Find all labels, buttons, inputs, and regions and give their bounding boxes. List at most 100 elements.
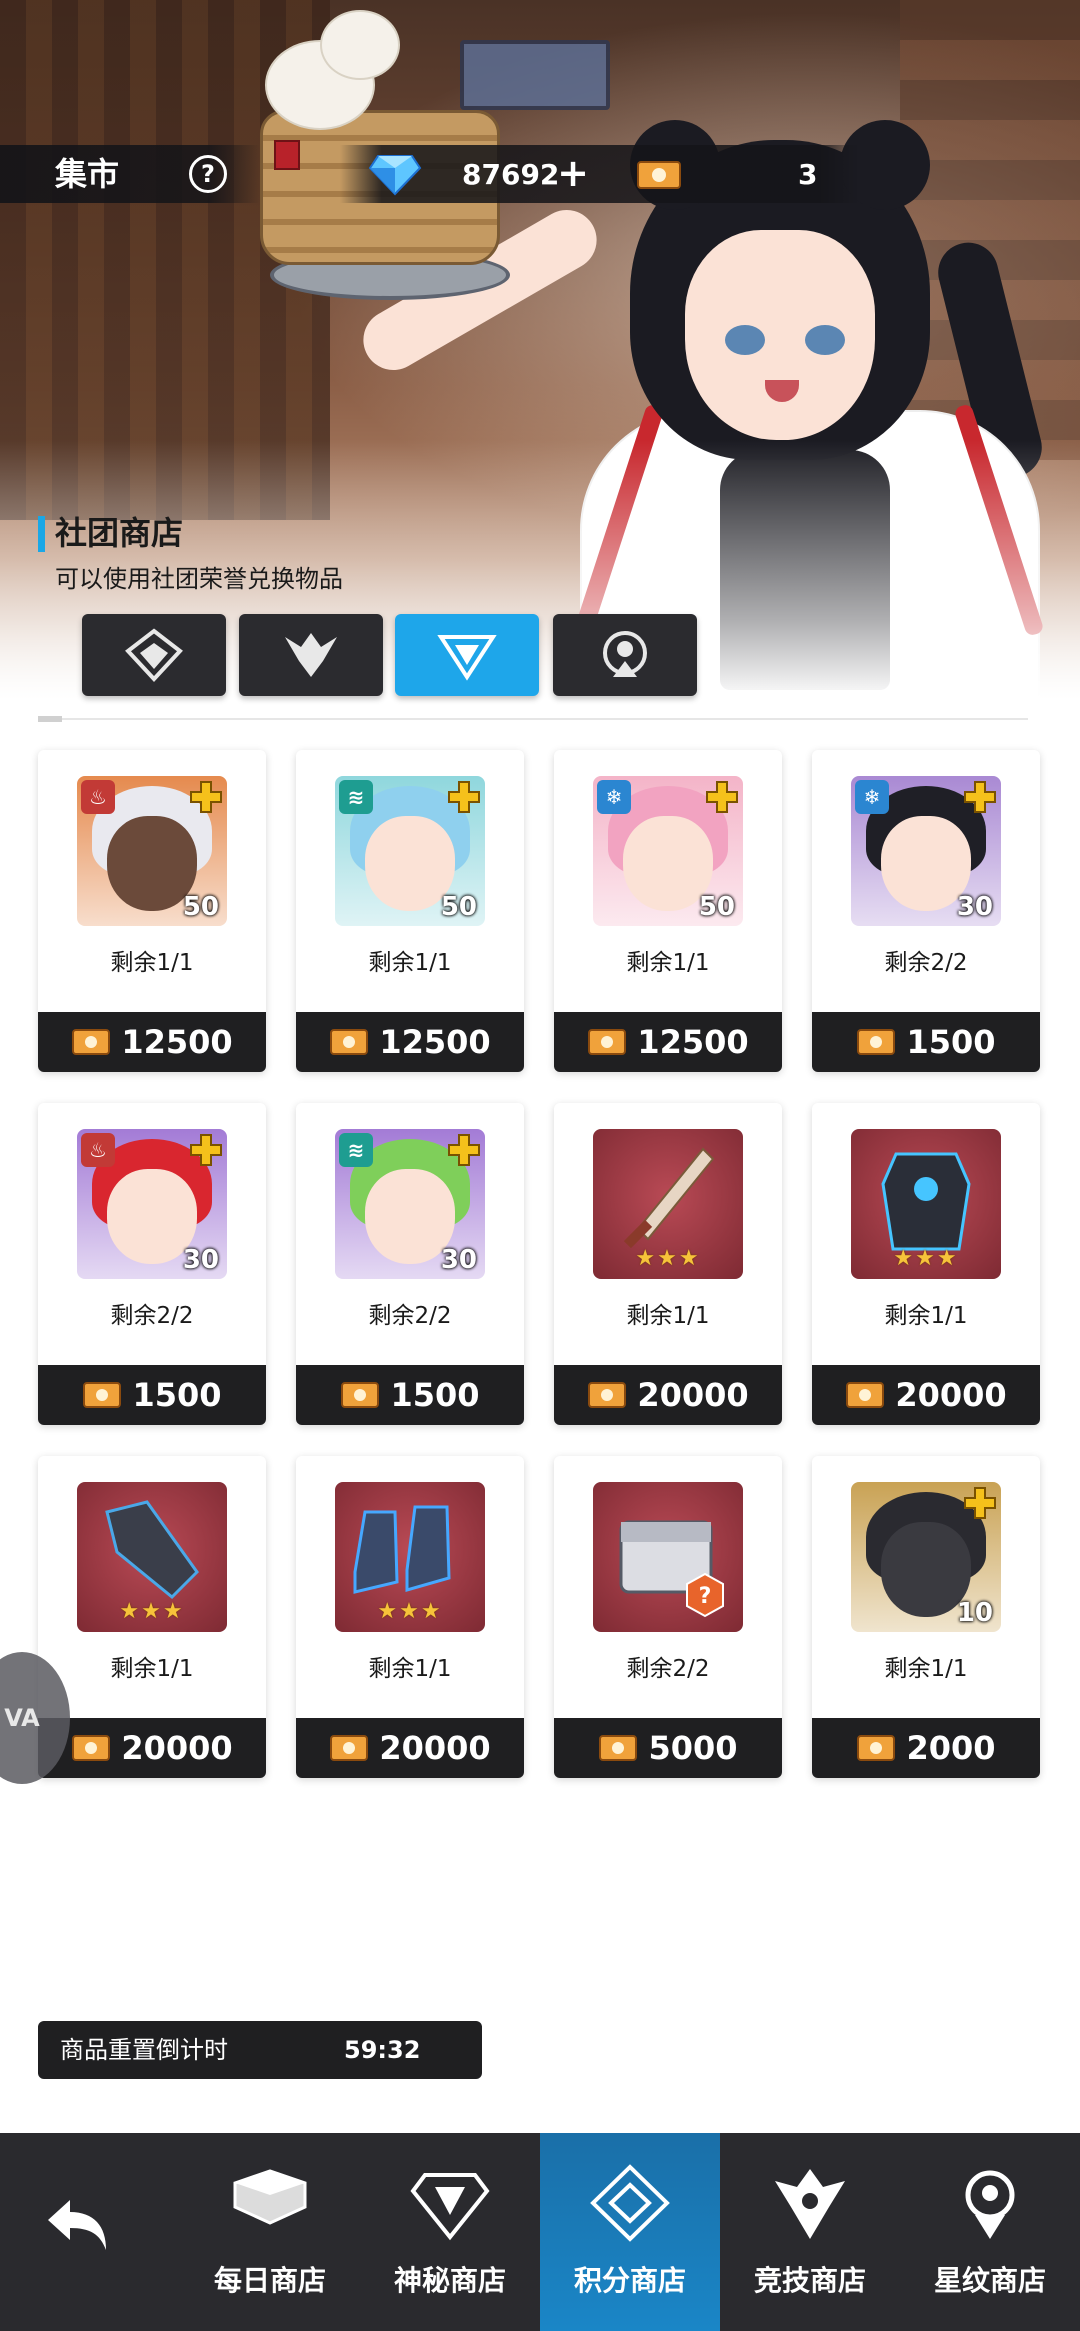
steamed-bun	[320, 10, 400, 80]
shop-item-card[interactable]: ≋ 30 剩余2/2 1500	[296, 1103, 524, 1425]
ticket-icon	[599, 1735, 638, 1761]
item-stock: 剩余2/2	[368, 1303, 452, 1329]
price-bar[interactable]: 20000	[554, 1365, 782, 1425]
element-ice-icon: ❄	[597, 780, 631, 814]
item-price: 5000	[648, 1729, 738, 1767]
nav-arena-shop[interactable]: 竞技商店	[720, 2133, 900, 2331]
reset-timer: 商品重置倒计时 59:32	[38, 2021, 482, 2079]
price-bar[interactable]: 20000	[38, 1718, 266, 1778]
ticket-count: 3	[798, 158, 818, 191]
item-stock: 剩余1/1	[884, 1303, 968, 1329]
mystery-box-icon: ?	[619, 1520, 724, 1618]
nav-star-shop[interactable]: 星纹商店	[900, 2133, 1080, 2331]
shop-subtitle: 可以使用社团荣誉兑换物品	[55, 565, 343, 593]
ticket-icon	[857, 1735, 896, 1761]
item-stock: 剩余1/1	[368, 950, 452, 976]
gem-stack-icon	[233, 2169, 307, 2225]
price-bar[interactable]: 20000	[296, 1718, 524, 1778]
ticket-icon	[341, 1382, 380, 1408]
element-water-icon: ≋	[339, 1133, 373, 1167]
back-arrow-icon[interactable]	[40, 2190, 120, 2260]
help-icon[interactable]: ?	[189, 155, 227, 193]
shop-item-card[interactable]: ? 剩余2/2 5000	[554, 1456, 782, 1778]
ticket-icon	[83, 1382, 122, 1408]
price-bar[interactable]: 1500	[812, 1012, 1040, 1072]
hero-portrait: 10	[851, 1482, 1001, 1632]
gear-gauntlet-portrait: ★★★	[77, 1482, 227, 1632]
star-emblem-icon	[965, 2170, 1015, 2239]
shop-item-card[interactable]: ★★★ 剩余1/1 20000	[812, 1103, 1040, 1425]
tab-shield[interactable]	[395, 614, 539, 696]
ticket-icon	[330, 1735, 369, 1761]
tab-circle[interactable]	[553, 614, 697, 696]
tab-trophy[interactable]	[82, 614, 226, 696]
ticket-icon	[588, 1382, 627, 1408]
hero-level: 50	[182, 892, 219, 922]
star-rating: ★★★	[119, 1599, 185, 1624]
item-stock: 剩余2/2	[110, 1303, 194, 1329]
hero-portrait: ≋ 30	[335, 1129, 485, 1279]
hero-level: 30	[182, 1245, 219, 1275]
ticket-icon	[637, 161, 681, 189]
points-emblem-icon	[590, 2164, 670, 2242]
diamond-icon	[368, 155, 422, 196]
upgrade-badge-icon	[448, 1134, 480, 1166]
shop-item-card[interactable]: ★★★ 剩余1/1 20000	[296, 1456, 524, 1778]
price-bar[interactable]: 12500	[554, 1012, 782, 1072]
circle-emblem-icon	[603, 631, 647, 677]
upgrade-badge-icon	[964, 1487, 996, 1519]
mystery-box-portrait: ?	[593, 1482, 743, 1632]
upgrade-badge-icon	[448, 781, 480, 813]
wings-emblem-icon	[285, 633, 337, 677]
hero-portrait: ≋ 50	[335, 776, 485, 926]
nav-mystery-shop[interactable]: 神秘商店	[360, 2133, 540, 2331]
nav-label: 竞技商店	[753, 2264, 866, 2297]
price-bar[interactable]: 12500	[38, 1012, 266, 1072]
shop-item-card[interactable]: ❄ 30 剩余2/2 1500	[812, 750, 1040, 1072]
upgrade-badge-icon	[190, 1134, 222, 1166]
nav-daily-shop[interactable]: 每日商店	[180, 2133, 360, 2331]
shop-item-card[interactable]: ≋ 50 剩余1/1 12500	[296, 750, 524, 1072]
section-divider	[38, 718, 1028, 720]
hero-level: 10	[956, 1598, 993, 1628]
upgrade-badge-icon	[706, 781, 738, 813]
price-bar[interactable]: 20000	[812, 1365, 1040, 1425]
item-stock: 剩余1/1	[884, 1656, 968, 1682]
gear-sword-portrait: ★★★	[593, 1129, 743, 1279]
shop-item-card[interactable]: 10 剩余1/1 2000	[812, 1456, 1040, 1778]
nav-label: 神秘商店	[393, 2264, 506, 2297]
nav-points-shop[interactable]: 积分商店	[540, 2133, 720, 2331]
hero-level: 50	[440, 892, 477, 922]
diamond-count: 87692	[462, 158, 560, 191]
star-rating: ★★★	[635, 1246, 701, 1271]
shop-item-card[interactable]: ❄ 50 剩余1/1 12500	[554, 750, 782, 1072]
element-ice-icon: ❄	[855, 780, 889, 814]
hero-portrait: ♨ 50	[77, 776, 227, 926]
price-bar[interactable]: 2000	[812, 1718, 1040, 1778]
item-stock: 剩余1/1	[626, 950, 710, 976]
shop-item-card[interactable]: ★★★ 剩余1/1 20000	[38, 1456, 266, 1778]
item-price: 20000	[637, 1376, 749, 1414]
price-bar[interactable]: 12500	[296, 1012, 524, 1072]
price-bar[interactable]: 5000	[554, 1718, 782, 1778]
price-bar[interactable]: 1500	[38, 1365, 266, 1425]
item-price: 1500	[132, 1376, 222, 1414]
element-fire-icon: ♨	[81, 1133, 115, 1167]
star-rating: ★★★	[893, 1246, 959, 1271]
tab-wings[interactable]	[239, 614, 383, 696]
gear-armor-portrait: ★★★	[851, 1129, 1001, 1279]
item-price: 12500	[637, 1023, 749, 1061]
trophy-emblem-icon	[125, 628, 183, 682]
page-title: 集市	[55, 155, 120, 193]
svg-text:?: ?	[699, 1584, 712, 1609]
shop-item-card[interactable]: ★★★ 剩余1/1 20000	[554, 1103, 782, 1425]
item-price: 20000	[895, 1376, 1007, 1414]
shop-item-card[interactable]: ♨ 30 剩余2/2 1500	[38, 1103, 266, 1425]
nav-label: 积分商店	[573, 2264, 686, 2297]
item-price: 12500	[379, 1023, 491, 1061]
shop-item-card[interactable]: ♨ 50 剩余1/1 12500	[38, 750, 266, 1072]
add-diamonds-button[interactable]: +	[552, 153, 594, 195]
price-bar[interactable]: 1500	[296, 1365, 524, 1425]
hero-portrait: ❄ 50	[593, 776, 743, 926]
divider-accent	[38, 716, 62, 722]
